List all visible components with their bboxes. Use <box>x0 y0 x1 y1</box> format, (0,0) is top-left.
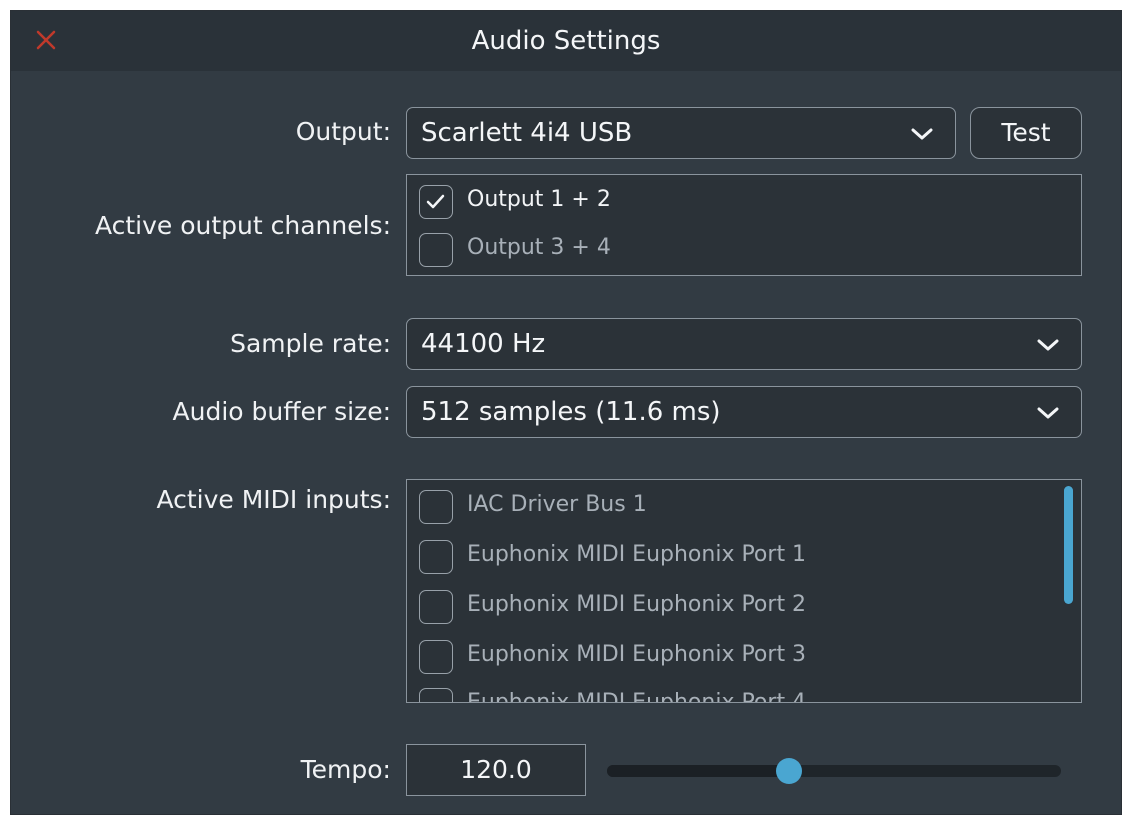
tempo-slider-fill <box>607 765 789 777</box>
output-device-dropdown[interactable]: Scarlett 4i4 USB <box>406 107 956 159</box>
output-channels-label: Active output channels: <box>94 211 391 240</box>
midi-input-label: Euphonix MIDI Euphonix Port 3 <box>467 642 807 667</box>
title-bar: Audio Settings <box>11 11 1121 71</box>
output-device-value: Scarlett 4i4 USB <box>421 118 633 148</box>
output-channel-checkbox[interactable] <box>419 185 453 219</box>
output-channel-label: Output 1 + 2 <box>467 187 611 212</box>
checkmark-icon <box>426 194 445 209</box>
midi-inputs-list[interactable]: IAC Driver Bus 1 Euphonix MIDI Euphonix … <box>406 479 1082 703</box>
output-channels-list: Output 1 + 2 Output 3 + 4 <box>406 174 1082 276</box>
sample-rate-value: 44100 Hz <box>421 329 546 359</box>
chevron-down-icon <box>1037 339 1059 351</box>
output-label: Output: <box>295 117 391 146</box>
tempo-input[interactable]: 120.0 <box>406 744 586 796</box>
buffer-size-dropdown[interactable]: 512 samples (11.6 ms) <box>406 386 1082 438</box>
tempo-slider[interactable] <box>607 758 1061 784</box>
chevron-down-icon <box>1037 407 1059 419</box>
buffer-size-value: 512 samples (11.6 ms) <box>421 397 721 427</box>
output-channel-label: Output 3 + 4 <box>467 235 611 260</box>
tempo-slider-thumb[interactable] <box>775 758 802 784</box>
audio-settings-window: Audio Settings Output: Scarlett 4i4 USB … <box>10 10 1122 815</box>
midi-input-checkbox[interactable] <box>419 688 453 702</box>
chevron-down-icon <box>911 128 933 140</box>
midi-input-checkbox[interactable] <box>419 540 453 574</box>
midi-input-label: IAC Driver Bus 1 <box>467 492 647 517</box>
midi-input-label: Euphonix MIDI Euphonix Port 1 <box>467 542 807 567</box>
midi-list-scrollbar[interactable] <box>1064 486 1073 604</box>
sample-rate-dropdown[interactable]: 44100 Hz <box>406 318 1082 370</box>
midi-input-checkbox[interactable] <box>419 490 453 524</box>
midi-input-checkbox[interactable] <box>419 590 453 624</box>
midi-input-checkbox[interactable] <box>419 640 453 674</box>
tempo-label: Tempo: <box>300 755 391 784</box>
midi-input-label: Euphonix MIDI Euphonix Port 4 <box>467 690 807 703</box>
close-icon[interactable] <box>35 29 57 51</box>
window-title: Audio Settings <box>471 26 661 56</box>
midi-input-label: Euphonix MIDI Euphonix Port 2 <box>467 592 807 617</box>
buffer-size-label: Audio buffer size: <box>172 397 391 426</box>
sample-rate-label: Sample rate: <box>230 329 391 358</box>
output-channel-checkbox[interactable] <box>419 233 453 267</box>
midi-inputs-label: Active MIDI inputs: <box>156 485 391 514</box>
test-button[interactable]: Test <box>970 107 1082 159</box>
